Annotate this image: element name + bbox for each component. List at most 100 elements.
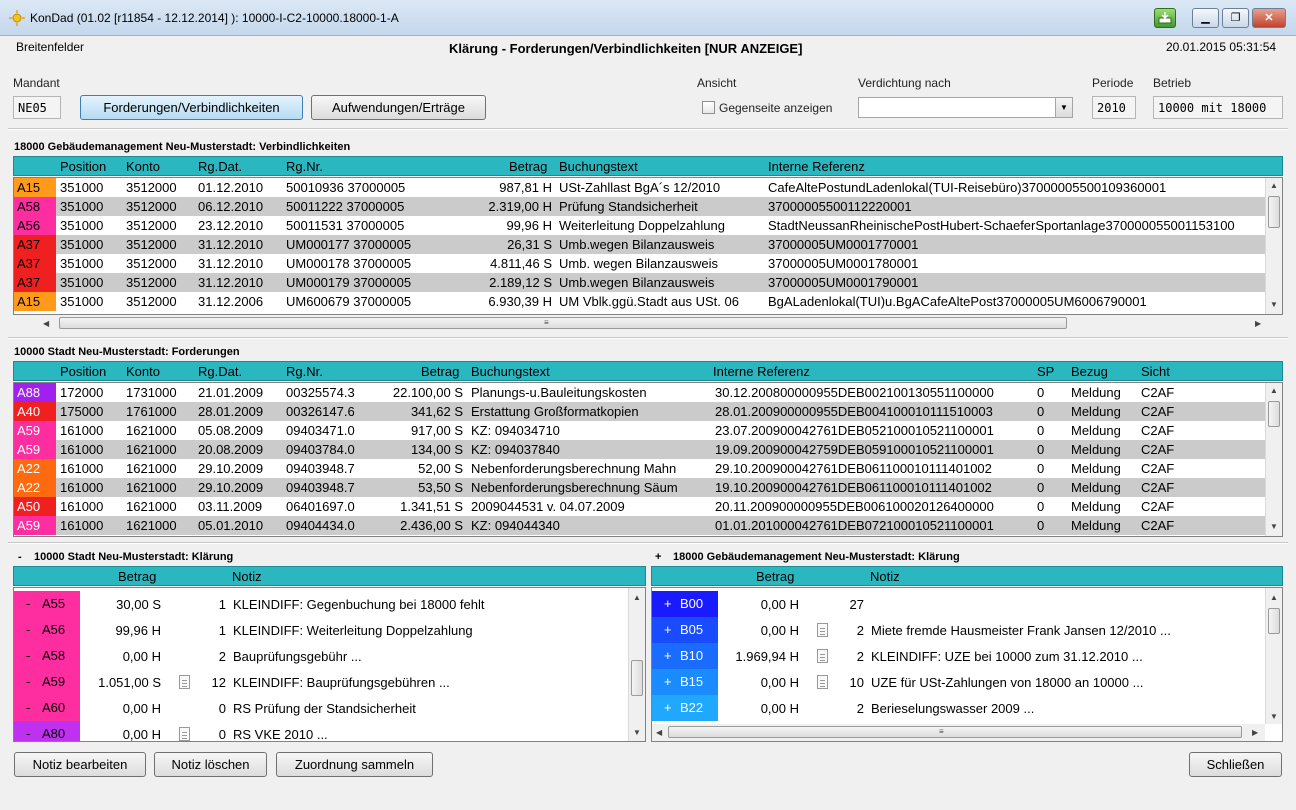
col-rgnr[interactable]: Rg.Nr. [286, 364, 323, 379]
scroll-down-icon[interactable]: ▼ [1270, 712, 1278, 721]
scroll-left-icon[interactable]: ◀ [656, 728, 662, 737]
sign-marker[interactable]: + [664, 591, 672, 617]
table-row[interactable]: A59 161000 1621000 20.08.2009 09403784.0 134,… [14, 440, 1266, 459]
scroll-thumb[interactable] [1268, 196, 1280, 228]
scroll-up-icon[interactable]: ▲ [633, 593, 641, 602]
minimize-button[interactable]: ▁ [1192, 8, 1219, 28]
table-row[interactable]: A37 351000 3512000 31.12.2010 UM000177 37000… [14, 235, 1266, 254]
table-row[interactable]: A15 351000 3512000 31.12.2006 UM600679 37000… [14, 292, 1266, 311]
scroll-down-icon[interactable]: ▼ [1270, 300, 1278, 309]
list-item[interactable]: - A55 30,00 S 1 KLEINDIFF: Gegenbuchung bei … [14, 591, 628, 617]
sign-marker[interactable]: + [664, 643, 672, 669]
scroll-down-icon[interactable]: ▼ [1270, 522, 1278, 531]
list-item[interactable]: - A56 99,96 H 1 KLEINDIFF: Weiterleitung Dop… [14, 617, 628, 643]
list-item[interactable]: - A60 0,00 H 0 RS Prüfung der Standsicherhei… [14, 695, 628, 721]
table-row[interactable]: A22 161000 1621000 29.10.2009 09403948.7 52,0… [14, 459, 1266, 478]
document-icon[interactable] [817, 649, 828, 663]
sign-marker[interactable]: + [664, 695, 672, 721]
klaerung-left-vscroll[interactable]: ▲ ▼ [628, 588, 645, 741]
scroll-thumb[interactable]: ≡ [668, 726, 1242, 738]
tab-forderungen-verbindlichkeiten[interactable]: Forderungen/Verbindlichkeiten [80, 95, 303, 120]
table-row[interactable]: A56 351000 3512000 23.12.2010 50011531 37000… [14, 216, 1266, 235]
forderungen-vscroll[interactable]: ▲ ▼ [1265, 383, 1282, 536]
col-position[interactable]: Position [60, 159, 106, 174]
col-bezug[interactable]: Bezug [1071, 364, 1108, 379]
klaerung-right-hscroll[interactable]: ◀ ≡ ▶ [652, 724, 1265, 741]
chevron-down-icon[interactable]: ▼ [1055, 98, 1072, 117]
scroll-up-icon[interactable]: ▲ [1270, 593, 1278, 602]
table-row[interactable]: A59 161000 1621000 05.08.2009 09403471.0 917,… [14, 421, 1266, 440]
sign-marker[interactable]: - [26, 643, 30, 669]
sign-marker[interactable]: - [26, 695, 30, 721]
table-row[interactable]: A58 351000 3512000 06.12.2010 50011222 37000… [14, 197, 1266, 216]
mandant-field[interactable]: NE05 [13, 96, 61, 119]
maximize-button[interactable]: ❐ [1222, 8, 1249, 28]
document-icon[interactable] [817, 675, 828, 689]
document-icon[interactable] [179, 727, 190, 741]
scroll-right-icon[interactable]: ▶ [1255, 319, 1261, 328]
sign-marker[interactable]: - [26, 721, 30, 741]
document-icon[interactable] [179, 675, 190, 689]
col-konto[interactable]: Konto [126, 364, 160, 379]
scroll-up-icon[interactable]: ▲ [1270, 181, 1278, 190]
scroll-thumb[interactable] [1268, 608, 1280, 634]
col-konto[interactable]: Konto [126, 159, 160, 174]
table-row[interactable]: A88 172000 1731000 21.01.2009 00325574.3 22.1… [14, 383, 1266, 402]
col-position[interactable]: Position [60, 364, 106, 379]
verbindlichkeiten-vscroll[interactable]: ▲ ▼ [1265, 178, 1282, 314]
tab-aufwendungen-ertraege[interactable]: Aufwendungen/Erträge [311, 95, 486, 120]
list-item[interactable]: + B22 0,00 H 2 Berieselungswasser 2009 ... [652, 695, 1265, 721]
scroll-right-icon[interactable]: ▶ [1252, 728, 1258, 737]
table-row[interactable]: A40 175000 1761000 28.01.2009 00326147.6 341,… [14, 402, 1266, 421]
tray-icon[interactable] [1154, 8, 1176, 28]
list-item[interactable]: + B10 1.969,94 H 2 KLEINDIFF: UZE bei 10000 … [652, 643, 1265, 669]
col-buchungstext[interactable]: Buchungstext [471, 364, 550, 379]
sign-marker[interactable]: - [26, 591, 30, 617]
zuordnung-sammeln-button[interactable]: Zuordnung sammeln [276, 752, 433, 777]
scroll-thumb[interactable] [1268, 401, 1280, 427]
col-interne-referenz[interactable]: Interne Referenz [768, 159, 865, 174]
col-rgdat[interactable]: Rg.Dat. [198, 159, 242, 174]
scroll-down-icon[interactable]: ▼ [633, 728, 641, 737]
col-notiz[interactable]: Notiz [870, 569, 900, 584]
klaerung-right-vscroll[interactable]: ▲ ▼ [1265, 588, 1282, 724]
col-buchungstext[interactable]: Buchungstext [559, 159, 638, 174]
sign-marker[interactable]: + [664, 669, 672, 695]
col-betrag[interactable]: Betrag [421, 364, 459, 379]
scroll-thumb[interactable] [631, 660, 643, 696]
list-item[interactable]: + B05 0,00 H 2 Miete fremde Hausmeister Fran… [652, 617, 1265, 643]
col-notiz[interactable]: Notiz [232, 569, 262, 584]
col-rgnr[interactable]: Rg.Nr. [286, 159, 323, 174]
scroll-left-icon[interactable]: ◀ [43, 319, 49, 328]
sign-marker[interactable]: - [26, 669, 30, 695]
list-item[interactable]: - A59 1.051,00 S 12 KLEINDIFF: Bauprüfungsge… [14, 669, 628, 695]
table-row[interactable]: A59 161000 1621000 05.01.2010 09404434.0 2.43… [14, 516, 1266, 535]
gegenseite-checkbox[interactable] [702, 101, 715, 114]
col-rgdat[interactable]: Rg.Dat. [198, 364, 242, 379]
klaerung-left-toggle[interactable]: - [18, 551, 22, 563]
col-betrag[interactable]: Betrag [118, 569, 156, 584]
table-row[interactable]: A50 161000 1621000 03.11.2009 06401697.0 1.34… [14, 497, 1266, 516]
verbindlichkeiten-hscroll[interactable]: ◀ ≡ ▶ [13, 315, 1265, 332]
verdichtung-select[interactable]: ▼ [858, 97, 1073, 118]
table-row[interactable]: A15 351000 3512000 01.12.2010 50010936 37000… [14, 178, 1266, 197]
schliessen-button[interactable]: Schließen [1189, 752, 1282, 777]
klaerung-right-toggle[interactable]: + [655, 551, 661, 563]
list-item[interactable]: + B15 0,00 H 10 UZE für USt-Zahlungen von 18… [652, 669, 1265, 695]
col-betrag[interactable]: Betrag [509, 159, 547, 174]
close-window-button[interactable]: ✕ [1252, 8, 1286, 28]
notiz-loeschen-button[interactable]: Notiz löschen [154, 752, 267, 777]
periode-field[interactable]: 2010 [1092, 96, 1136, 119]
document-icon[interactable] [817, 623, 828, 637]
scroll-up-icon[interactable]: ▲ [1270, 386, 1278, 395]
col-sicht[interactable]: Sicht [1141, 364, 1170, 379]
table-row[interactable]: A22 161000 1621000 29.10.2009 09403948.7 53,5… [14, 478, 1266, 497]
sign-marker[interactable]: - [26, 617, 30, 643]
col-betrag[interactable]: Betrag [756, 569, 794, 584]
sign-marker[interactable]: + [664, 617, 672, 643]
table-row[interactable]: A37 351000 3512000 31.12.2010 UM000179 37000… [14, 273, 1266, 292]
scroll-thumb[interactable]: ≡ [59, 317, 1067, 329]
betrieb-field[interactable]: 10000 mit 18000 [1153, 96, 1283, 119]
list-item[interactable]: - A80 0,00 H 0 RS VKE 2010 ... [14, 721, 628, 741]
notiz-bearbeiten-button[interactable]: Notiz bearbeiten [14, 752, 146, 777]
